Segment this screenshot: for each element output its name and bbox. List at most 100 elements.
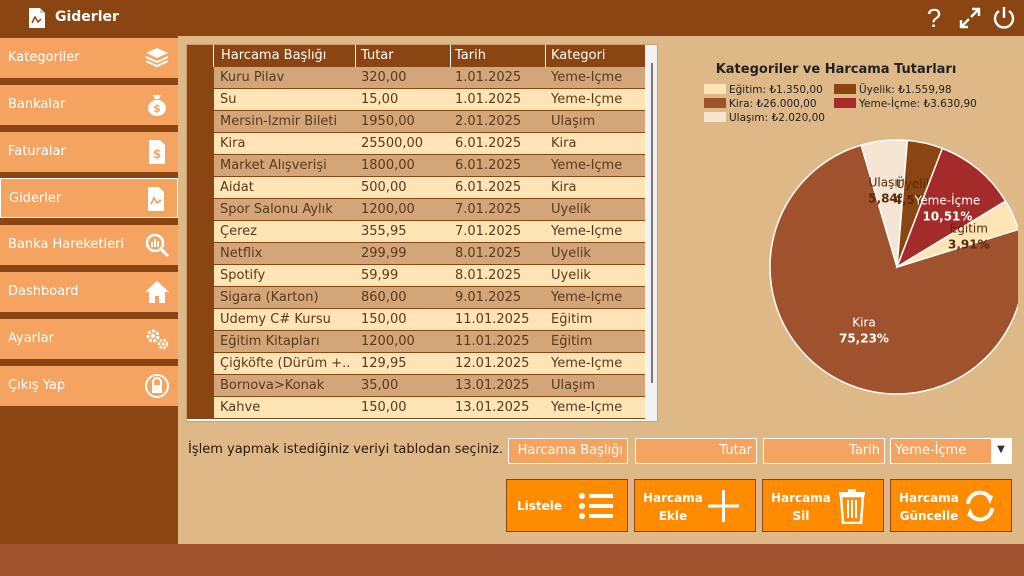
column-separator [450, 45, 451, 67]
sidebar-item-bankalar[interactable]: Bankalar $ [0, 85, 178, 125]
table-row[interactable]: Spotify 59,99 8.01.2025 Üyelik [187, 265, 645, 287]
sidebar-item-cikis-yap[interactable]: Çıkış Yap [0, 366, 178, 406]
row-header[interactable] [187, 243, 214, 265]
chart-search-icon [145, 233, 170, 258]
table-row[interactable]: Kahve 150,00 13.01.2025 Yeme-İçme [187, 397, 645, 419]
table-cell: Su [220, 92, 237, 107]
delete-button-label-line1: Harcama [771, 491, 831, 505]
money-bag-icon: $ [148, 95, 166, 116]
table-cell: Yeme-İçme [551, 356, 623, 371]
date-field[interactable]: Tarih [763, 438, 885, 464]
column-header[interactable]: Harcama Başlığı [221, 48, 326, 63]
expenses-table[interactable]: Harcama Başlığı Tutar Tarih Kategori Kur… [186, 44, 658, 422]
table-cell: 1950,00 [361, 114, 415, 129]
table-cell: Bornova>Konak [220, 378, 325, 393]
table-cell: Ulaşım [551, 378, 596, 393]
table-row[interactable]: Eğitim Kitapları 1200,00 11.01.2025 Eğitim [187, 331, 645, 353]
table-row[interactable]: Netflix 299,99 8.01.2025 Üyelik [187, 243, 645, 265]
title-bar: Giderler ? [0, 0, 1024, 36]
table-cell: 320,00 [361, 70, 407, 85]
row-header[interactable] [187, 89, 214, 111]
sidebar-item-giderler[interactable]: Giderler [0, 178, 178, 218]
document-icon [148, 187, 164, 211]
row-header[interactable] [187, 177, 214, 199]
column-header[interactable]: Tarih [455, 48, 486, 63]
amount-field[interactable]: Tutar [635, 438, 757, 464]
category-select-value: Yeme-İçme [895, 443, 967, 458]
slice-percent-label: 75,23% [839, 332, 889, 346]
table-cell: 1800,00 [361, 158, 415, 173]
sidebar-item-label: Kategoriler [8, 50, 80, 65]
update-expense-button[interactable]: Harcama Güncelle [890, 479, 1012, 532]
table-row[interactable]: Su 15,00 1.01.2025 Yeme-İçme [187, 89, 645, 111]
row-header[interactable] [187, 331, 214, 353]
table-row[interactable]: Aidat 500,00 6.01.2025 Kira [187, 177, 645, 199]
sidebar-item-banka-hareketleri[interactable]: Banka Hareketleri [0, 225, 178, 265]
row-header[interactable] [187, 199, 214, 221]
table-cell: 7.01.2025 [455, 202, 522, 217]
table-cell: 299,99 [361, 246, 407, 261]
scrollbar-thumb[interactable] [651, 63, 653, 383]
power-button[interactable] [990, 4, 1018, 32]
table-row[interactable]: Market Alışverişi 1800,00 6.01.2025 Yeme-İç… [187, 155, 645, 177]
sidebar: Kategoriler Bankalar $ Faturalar $ Gider… [0, 36, 178, 544]
table-row[interactable]: Udemy C# Kursu 150,00 11.01.2025 Eğitim [187, 309, 645, 331]
sidebar-item-dashboard[interactable]: Dashboard [0, 272, 178, 312]
table-cell: 13.01.2025 [455, 400, 530, 415]
table-cell: 8.01.2025 [455, 246, 522, 261]
row-header[interactable] [187, 353, 214, 375]
row-header[interactable] [187, 309, 214, 331]
category-select[interactable]: Yeme-İçme ▼ [890, 438, 1012, 464]
sidebar-item-ayarlar[interactable]: Ayarlar [0, 319, 178, 359]
list-button[interactable]: Listele [506, 479, 628, 532]
main-panel: Harcama Başlığı Tutar Tarih Kategori Kur… [178, 36, 1024, 544]
row-header[interactable] [187, 397, 214, 419]
slice-percent-label: 3,91% [948, 238, 990, 252]
table-row[interactable]: Çerez 355,95 7.01.2025 Yeme-İçme [187, 221, 645, 243]
table-cell: 150,00 [361, 312, 407, 327]
table-cell: 500,00 [361, 180, 407, 195]
table-header: Harcama Başlığı Tutar Tarih Kategori [187, 45, 645, 67]
table-cell: Yeme-İçme [551, 92, 623, 107]
vertical-scrollbar[interactable] [645, 45, 657, 421]
table-row[interactable]: Kuru Pilav 320,00 1.01.2025 Yeme-İçme [187, 67, 645, 89]
table-cell: 6.01.2025 [455, 158, 522, 173]
table-cell: Yeme-İçme [551, 400, 623, 415]
table-cell: Yeme-İçme [551, 290, 623, 305]
row-header-corner [187, 45, 214, 67]
sidebar-item-label: Banka Hareketleri [8, 237, 125, 252]
chevron-down-icon[interactable]: ▼ [991, 439, 1011, 463]
row-header[interactable] [187, 375, 214, 397]
title-field[interactable]: Harcama Başlığı [508, 438, 628, 464]
column-header[interactable]: Tutar [361, 48, 394, 63]
table-row[interactable]: Sigara (Karton) 860,00 9.01.2025 Yeme-İçme [187, 287, 645, 309]
table-cell: Kira [551, 136, 577, 151]
delete-expense-button[interactable]: Harcama Sil [762, 479, 884, 532]
table-cell: 35,00 [361, 378, 399, 393]
table-row[interactable]: Mersin-İzmir Bileti 1950,00 2.01.2025 Ulaşı… [187, 111, 645, 133]
table-row[interactable]: Spor Salonu Aylık 1200,00 7.01.2025 Üyelik [187, 199, 645, 221]
row-header[interactable] [187, 155, 214, 177]
column-header[interactable]: Kategori [551, 48, 606, 63]
row-header[interactable] [187, 111, 214, 133]
maximize-button[interactable] [956, 4, 984, 32]
row-header[interactable] [187, 67, 214, 89]
table-cell: 150,00 [361, 400, 407, 415]
column-separator [545, 45, 546, 67]
table-row[interactable]: Kira 25500,00 6.01.2025 Kira [187, 133, 645, 155]
table-cell: Eğitim Kitapları [220, 334, 320, 349]
table-row[interactable]: Bornova>Konak 35,00 13.01.2025 Ulaşım [187, 375, 645, 397]
table-cell: Netflix [220, 246, 263, 261]
row-header[interactable] [187, 221, 214, 243]
row-header[interactable] [187, 133, 214, 155]
row-header[interactable] [187, 287, 214, 309]
status-strip [0, 544, 1024, 576]
table-cell: 12.01.2025 [455, 356, 530, 371]
table-cell: 8.01.2025 [455, 268, 522, 283]
help-button[interactable]: ? [920, 3, 948, 33]
table-row[interactable]: Çiğköfte (Dürüm +... 129,95 12.01.2025 Yeme… [187, 353, 645, 375]
sidebar-item-faturalar[interactable]: Faturalar $ [0, 132, 178, 172]
add-expense-button[interactable]: Harcama Ekle [634, 479, 756, 532]
row-header[interactable] [187, 265, 214, 287]
sidebar-item-kategoriler[interactable]: Kategoriler [0, 38, 178, 78]
